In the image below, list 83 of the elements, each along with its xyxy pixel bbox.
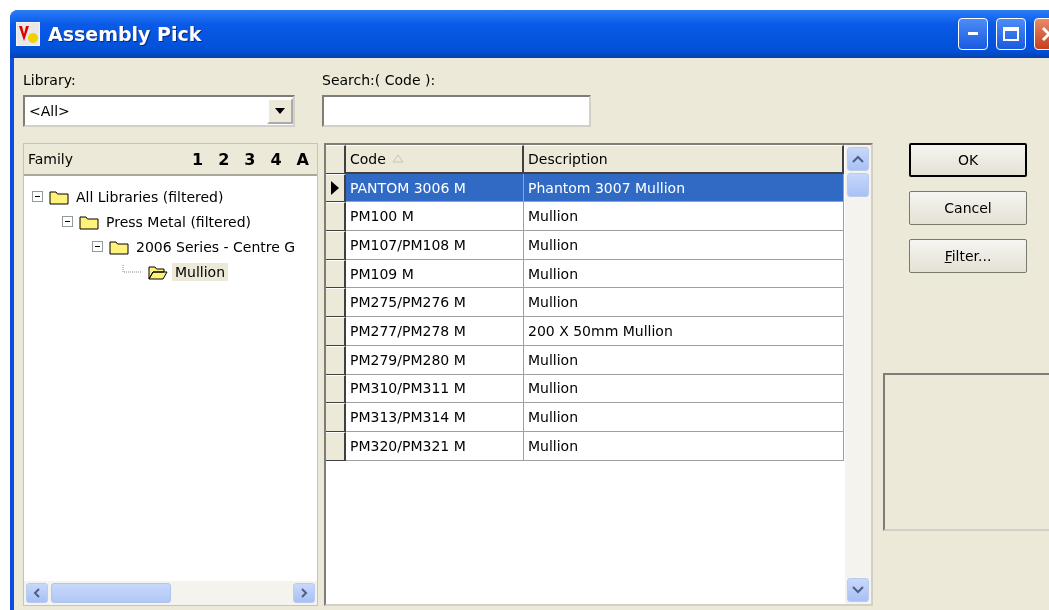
library-label: Library: xyxy=(23,72,77,88)
column-header[interactable]: Description xyxy=(524,145,844,174)
column-header[interactable]: Code xyxy=(346,145,524,174)
minimize-icon xyxy=(968,32,978,36)
grid-row[interactable]: PM100 M Mullion xyxy=(326,202,845,232)
search-label: Search:( Code ): xyxy=(322,72,437,88)
table-cell: Mullion xyxy=(524,231,844,260)
row-header[interactable] xyxy=(326,173,346,203)
folder-icon xyxy=(109,238,129,255)
table-cell: 200 X 50mm Mullion xyxy=(524,317,844,346)
table-cell: PM109 M xyxy=(346,259,524,289)
row-header[interactable] xyxy=(326,231,346,260)
table-cell: PM320/PM321 M xyxy=(346,431,524,461)
grid-row[interactable]: PANTOM 3006 M Phantom 3007 Mullion xyxy=(326,173,845,203)
grid-row[interactable]: PM109 M Mullion xyxy=(326,259,845,289)
scroll-down-icon[interactable] xyxy=(852,586,864,594)
row-header[interactable] xyxy=(326,317,346,346)
level-button[interactable]: 2 xyxy=(218,149,230,169)
folder-icon xyxy=(79,213,99,230)
grid-row[interactable]: PM279/PM280 M Mullion xyxy=(326,345,845,375)
table-cell: PM100 M xyxy=(346,202,524,232)
table-cell: PM279/PM280 M xyxy=(346,345,524,375)
horizontal-scrollbar[interactable] xyxy=(24,581,317,605)
level-button[interactable]: 3 xyxy=(244,149,256,169)
folder-icon xyxy=(148,263,168,280)
table-cell: PANTOM 3006 M xyxy=(346,173,524,203)
grid-row[interactable]: PM313/PM314 M Mullion xyxy=(326,403,845,432)
scroll-thumb[interactable] xyxy=(847,173,869,197)
grid-row[interactable]: PM277/PM278 M 200 X 50mm Mullion xyxy=(326,317,845,346)
table-cell: PM107/PM108 M xyxy=(346,231,524,260)
tree-item[interactable]: 2006 Series - Centre G xyxy=(133,237,299,256)
table-cell: Mullion xyxy=(524,288,844,318)
table-cell: Mullion xyxy=(524,259,844,289)
table-cell: Mullion xyxy=(524,374,844,404)
caret-icon xyxy=(275,108,285,114)
row-header[interactable] xyxy=(326,288,346,318)
table-cell: Mullion xyxy=(524,403,844,432)
scroll-thumb[interactable] xyxy=(51,583,171,603)
tree-item[interactable]: Mullion xyxy=(172,262,229,281)
table-cell: Mullion xyxy=(524,202,844,232)
minimize-button[interactable] xyxy=(958,18,988,50)
family-label: Family xyxy=(28,151,75,167)
maximize-icon xyxy=(1003,27,1019,41)
row-header[interactable] xyxy=(326,431,346,461)
table-cell: Mullion xyxy=(524,345,844,375)
maximize-button[interactable] xyxy=(996,18,1026,50)
table-cell: PM275/PM276 M xyxy=(346,288,524,318)
dialog-button[interactable]: OK xyxy=(909,143,1027,177)
scroll-right-icon[interactable] xyxy=(300,588,308,598)
row-header[interactable] xyxy=(326,345,346,375)
row-header[interactable] xyxy=(326,202,346,232)
vertical-scrollbar[interactable] xyxy=(845,145,871,604)
scroll-up-icon[interactable] xyxy=(852,155,864,163)
collapse-icon[interactable] xyxy=(62,216,73,227)
search-field[interactable] xyxy=(322,95,591,127)
grid-row[interactable]: PM310/PM311 M Mullion xyxy=(326,374,845,404)
table-cell: Mullion xyxy=(524,431,844,461)
level-button[interactable]: 4 xyxy=(270,149,282,169)
window-title: Assembly Pick xyxy=(48,23,203,45)
row-header[interactable] xyxy=(326,374,346,404)
collapse-icon[interactable] xyxy=(92,241,103,252)
sort-ascending-icon xyxy=(391,154,404,164)
row-header[interactable] xyxy=(326,403,346,432)
collapse-icon[interactable] xyxy=(32,191,43,202)
folder-icon xyxy=(49,188,69,205)
tree-item[interactable]: All Libraries (filtered) xyxy=(73,187,227,206)
level-button[interactable]: 1 xyxy=(192,149,204,169)
scroll-left-icon[interactable] xyxy=(33,588,41,598)
dialog-button[interactable]: Filter... xyxy=(909,239,1027,273)
row-pointer-icon xyxy=(331,181,339,196)
table-cell: PM313/PM314 M xyxy=(346,403,524,432)
tree-item[interactable]: Press Metal (filtered) xyxy=(103,212,255,231)
grid-row[interactable]: PM320/PM321 M Mullion xyxy=(326,431,845,461)
dialog-button[interactable]: Cancel xyxy=(909,191,1027,225)
table-cell: PM310/PM311 M xyxy=(346,374,524,404)
level-button[interactable]: A xyxy=(296,149,309,169)
grid-row[interactable]: PM107/PM108 M Mullion xyxy=(326,231,845,260)
table-cell: Phantom 3007 Mullion xyxy=(524,173,844,203)
row-header[interactable] xyxy=(326,259,346,289)
library-dropdown[interactable]: <All> xyxy=(23,95,295,127)
app-logo-icon xyxy=(16,22,40,46)
table-cell: PM277/PM278 M xyxy=(346,317,524,346)
grid-row[interactable]: PM275/PM276 M Mullion xyxy=(326,288,845,318)
